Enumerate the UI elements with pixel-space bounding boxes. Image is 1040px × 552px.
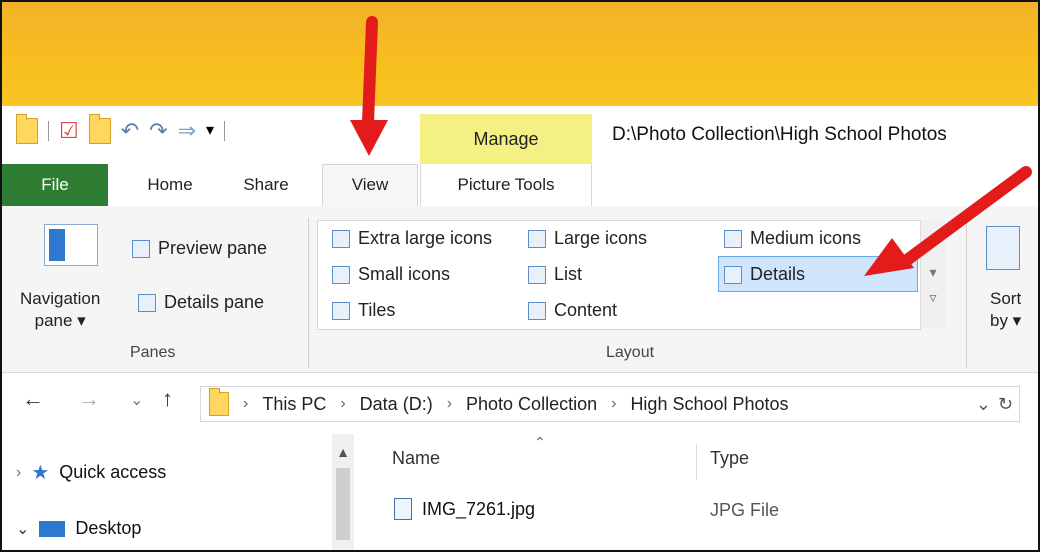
rename-icon[interactable]: ⇒ (178, 119, 196, 143)
gallery-expand-icon[interactable]: ▿ (921, 289, 945, 306)
recent-locations-chevron-icon[interactable]: ⌄ (130, 390, 143, 410)
tiles-view-icon (332, 301, 350, 320)
column-header-name[interactable]: Name (392, 448, 440, 469)
quick-access-toolbar: ☑ ↶ ↷ ⇒ ▾ (16, 114, 226, 146)
file-row[interactable]: IMG_7261.jpg (394, 498, 535, 520)
layout-medium-icons[interactable]: Medium icons (724, 228, 861, 249)
breadcrumb-high-school-photos[interactable]: High School Photos (630, 394, 788, 415)
address-row: ← → ⌄ ↑ › This PC › Data (D:) › Photo Co… (2, 374, 1038, 434)
navigation-pane-button[interactable]: Navigation pane ▾ (20, 288, 100, 332)
preview-pane-button[interactable]: Preview pane (132, 238, 267, 259)
breadcrumb-photo-collection[interactable]: Photo Collection (466, 394, 597, 415)
breadcrumb-separator: › (243, 395, 249, 412)
layout-small-icons[interactable]: Small icons (332, 264, 450, 285)
up-arrow-icon[interactable]: ↑ (162, 386, 173, 412)
group-label-layout: Layout (606, 344, 655, 361)
navigation-scrollbar[interactable]: ▲ (332, 434, 354, 550)
customize-toolbar-chevron-icon[interactable]: ▾ (206, 119, 214, 143)
desktop-icon (39, 520, 66, 537)
tab-view[interactable]: View (322, 164, 418, 206)
properties-checkbox-icon[interactable]: ☑ (59, 119, 79, 143)
column-divider[interactable] (696, 444, 697, 480)
scroll-up-icon[interactable]: ▲ (332, 444, 354, 460)
breadcrumb-separator[interactable]: › (611, 395, 616, 413)
forward-arrow-icon[interactable]: → (78, 386, 100, 412)
layout-gallery-scroll[interactable]: ▾ ▿ (920, 220, 945, 328)
layout-list[interactable]: List (528, 264, 582, 285)
breadcrumb-separator[interactable]: › (340, 395, 345, 413)
ribbon-view: Navigation pane ▾ Preview pane Details p… (2, 206, 1038, 373)
sort-ascending-icon: ⌃ (534, 434, 546, 450)
column-header-type[interactable]: Type (710, 448, 749, 469)
content-area: › ★ Quick access ⌄ Desktop ▲ ⌃ Name Type… (2, 434, 1038, 550)
layout-extra-large-icons[interactable]: Extra large icons (332, 228, 492, 249)
group-separator (966, 218, 967, 368)
nav-item-desktop[interactable]: ⌄ Desktop (16, 518, 141, 539)
gallery-scroll-down-icon[interactable]: ▾ (921, 264, 945, 281)
list-view-icon (528, 265, 546, 284)
contextual-tab-manage[interactable]: Manage (420, 114, 592, 164)
folder-icon[interactable] (16, 114, 38, 144)
folder-icon (209, 388, 229, 416)
toolbar-separator (224, 121, 226, 141)
details-pane-icon (138, 293, 156, 312)
tab-home[interactable]: Home (130, 164, 210, 206)
breadcrumb-separator[interactable]: › (447, 395, 452, 413)
ribbon-tabs: File Home Share View Picture Tools (2, 164, 1038, 207)
details-pane-button[interactable]: Details pane (138, 292, 264, 313)
preview-pane-icon (132, 239, 150, 258)
extra-large-icons-icon (332, 229, 350, 248)
star-icon: ★ (31, 462, 50, 484)
manage-label: Manage (473, 128, 539, 149)
undo-icon[interactable]: ↶ (121, 119, 139, 143)
tab-file[interactable]: File (2, 164, 108, 206)
expand-chevron-icon[interactable]: › (16, 464, 21, 482)
new-folder-icon[interactable] (88, 114, 111, 144)
tab-picture-tools[interactable]: Picture Tools (420, 164, 592, 206)
content-view-icon (528, 301, 546, 320)
tab-share[interactable]: Share (226, 164, 306, 206)
layout-tiles[interactable]: Tiles (332, 300, 395, 321)
navigation-pane: › ★ Quick access ⌄ Desktop (2, 434, 332, 550)
collapse-chevron-icon[interactable]: ⌄ (16, 519, 29, 539)
sort-by-icon[interactable] (986, 226, 1020, 270)
small-icons-icon (332, 265, 350, 284)
redo-icon[interactable]: ↷ (149, 119, 167, 143)
medium-icons-icon (724, 229, 742, 248)
file-type-cell: JPG File (710, 500, 780, 520)
details-view-icon (724, 265, 742, 284)
window-title-path: D:\Photo Collection\High School Photos (612, 124, 947, 145)
toolbar-separator (48, 121, 49, 141)
image-file-icon (394, 498, 412, 520)
desktop-background (2, 2, 1038, 106)
layout-large-icons[interactable]: Large icons (528, 228, 647, 249)
breadcrumb-this-pc[interactable]: This PC (262, 394, 326, 415)
address-dropdown-chevron-icon[interactable]: ⌄ (976, 394, 991, 415)
refresh-icon[interactable]: ↻ (998, 394, 1013, 415)
explorer-window: ☑ ↶ ↷ ⇒ ▾ Manage D:\Photo Collection\Hig… (0, 0, 1040, 552)
group-label-panes: Panes (130, 344, 176, 361)
navigation-pane-icon[interactable] (44, 224, 98, 266)
sort-by-button[interactable]: Sort by ▾ (990, 288, 1021, 332)
large-icons-icon (528, 229, 546, 248)
layout-details[interactable]: Details (724, 264, 805, 285)
breadcrumb-data-d[interactable]: Data (D:) (360, 394, 433, 415)
address-bar[interactable]: › This PC › Data (D:) › Photo Collection… (200, 386, 1020, 422)
scroll-thumb[interactable] (336, 468, 350, 540)
back-arrow-icon[interactable]: ← (22, 386, 44, 412)
group-separator (308, 218, 309, 368)
nav-item-quick-access[interactable]: › ★ Quick access (16, 460, 166, 485)
layout-content[interactable]: Content (528, 300, 617, 321)
